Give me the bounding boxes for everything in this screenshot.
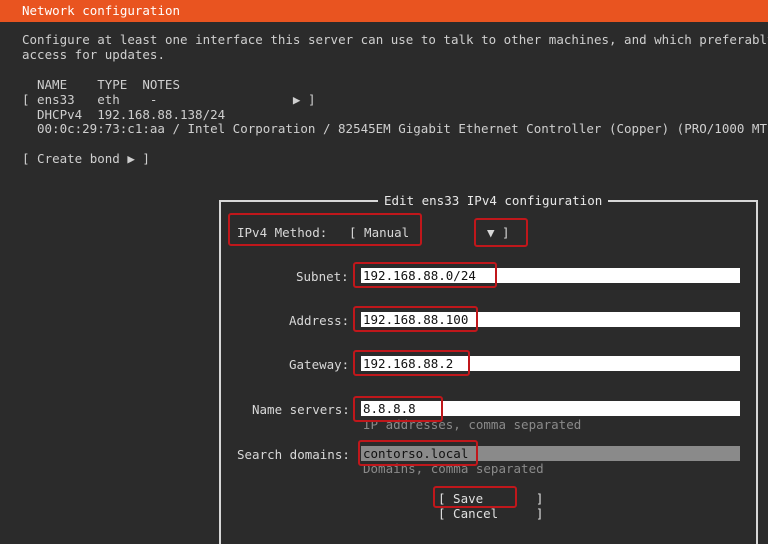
gateway-label: Gateway: [289, 357, 350, 372]
intro-line-2: access for updates. [22, 47, 165, 62]
search-domains-highlight [358, 440, 478, 466]
search-domains-label: Search domains: [237, 447, 350, 462]
subnet-highlight [353, 262, 497, 288]
interface-row-ens33[interactable]: [ ens33 eth - ▶ ] [22, 92, 316, 107]
cancel-button[interactable]: [ Cancel ] [438, 506, 543, 521]
interface-hardware-info: 00:0c:29:73:c1:aa / Intel Corporation / … [37, 121, 768, 136]
dialog-title: Edit ens33 IPv4 configuration [378, 193, 609, 208]
subnet-label: Subnet: [296, 269, 349, 284]
interface-table-header: NAME TYPE NOTES [37, 77, 180, 92]
save-highlight [433, 486, 517, 508]
intro-line-1: Configure at least one interface this se… [22, 32, 768, 47]
interface-dhcp-info: DHCPv4 192.168.88.138/24 [37, 107, 226, 122]
address-label: Address: [289, 313, 350, 328]
dropdown-highlight [474, 218, 528, 247]
create-bond-button[interactable]: [ Create bond ▶ ] [22, 151, 150, 166]
method-highlight [228, 213, 422, 246]
name-servers-highlight [353, 396, 443, 422]
gateway-highlight [353, 350, 470, 376]
address-highlight [353, 306, 478, 332]
name-servers-label: Name servers: [252, 402, 350, 417]
page-title: Network configuration [22, 3, 181, 18]
